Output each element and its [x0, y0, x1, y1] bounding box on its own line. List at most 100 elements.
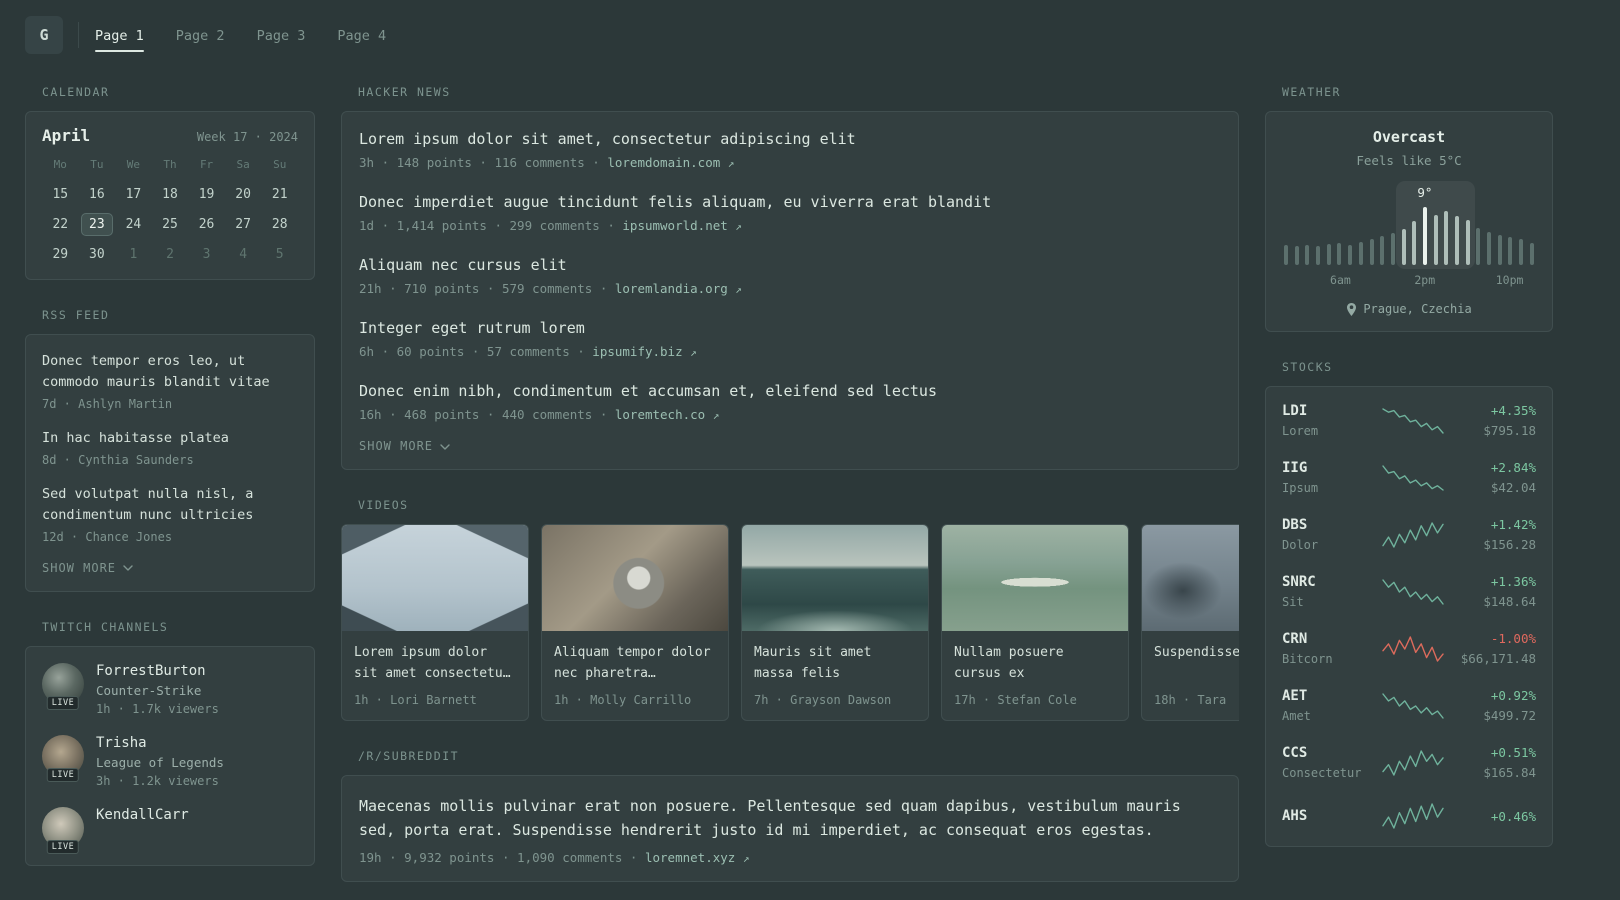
- app-logo[interactable]: G: [25, 16, 63, 54]
- stock-row[interactable]: LDI Lorem +4.35% $795.18: [1266, 392, 1552, 449]
- twitch-channel-info: ForrestBurton Counter-Strike 1h · 1.7k v…: [96, 663, 219, 716]
- avatar: LIVE: [42, 806, 84, 854]
- weather-hour-bar: [1326, 244, 1331, 265]
- video-meta: 1h · Molly Carrillo: [554, 693, 692, 707]
- calendar-day-of-week: Mo: [53, 158, 67, 171]
- calendar-month-label: April: [42, 126, 91, 145]
- hackernews-item-stats: 1d · 1,414 points · 299 comments ·: [359, 218, 623, 233]
- weather-axis-label-6am: 6am: [1330, 273, 1351, 287]
- stock-row[interactable]: CCS Consectetur +0.51% $165.84: [1266, 734, 1552, 791]
- calendar-day-of-week: We: [126, 158, 141, 171]
- twitch-channel-info: KendallCarr: [96, 807, 189, 823]
- stock-row[interactable]: SNRC Sit +1.36% $148.64: [1266, 563, 1552, 620]
- subreddit-post-domain[interactable]: loremnet.xyz ↗: [645, 850, 749, 865]
- twitch-channel-name[interactable]: KendallCarr: [96, 807, 189, 823]
- tab-page-1[interactable]: Page 1: [95, 16, 144, 54]
- calendar-day-of-week: Tu: [90, 158, 104, 171]
- video-title[interactable]: Lorem ipsum dolor sit amet consectetu…: [354, 642, 516, 685]
- calendar-day-cell: 17: [125, 187, 142, 202]
- stock-change: +1.36%: [1490, 574, 1536, 589]
- stock-change: +0.92%: [1490, 688, 1536, 703]
- twitch-channel-viewers: 1h · 1.7k viewers: [96, 701, 219, 716]
- twitch-channel-row[interactable]: LIVE ForrestBurton Counter-Strike 1h · 1…: [42, 662, 298, 716]
- twitch-channel-list: LIVE ForrestBurton Counter-Strike 1h · 1…: [42, 662, 298, 854]
- video-thumbnail[interactable]: [942, 525, 1128, 631]
- tab-page-4[interactable]: Page 4: [337, 16, 386, 54]
- rss-item-title[interactable]: In hac habitasse platea: [42, 428, 298, 449]
- video-card[interactable]: Suspendisse diam 18h · Tara: [1141, 524, 1239, 721]
- calendar-day-cell: 2: [166, 247, 174, 262]
- stock-identity: DBS Dolor: [1282, 517, 1374, 552]
- page-tabs: Page 1 Page 2 Page 3 Page 4: [95, 16, 386, 54]
- hackernews-item-title[interactable]: Donec enim nibh, condimentum et accumsan…: [359, 382, 1221, 400]
- rss-item-title[interactable]: Sed volutpat nulla nisl, a condimentum n…: [42, 484, 298, 526]
- stock-row[interactable]: CRN Bitcorn -1.00% $66,171.48: [1266, 620, 1552, 677]
- stock-identity: LDI Lorem: [1282, 403, 1374, 438]
- calendar-day-cell: 29: [52, 247, 69, 262]
- weather-hour-bar: [1444, 211, 1449, 265]
- calendar-day-cell: 27: [235, 217, 251, 232]
- hackernews-item: Donec enim nibh, condimentum et accumsan…: [359, 382, 1221, 422]
- twitch-channel-row[interactable]: LIVE Trisha League of Legends 3h · 1.2k …: [42, 734, 298, 788]
- twitch-channel-row[interactable]: LIVE KendallCarr: [42, 806, 298, 854]
- rss-item: In hac habitasse platea 8d · Cynthia Sau…: [42, 428, 298, 467]
- video-card[interactable]: Aliquam tempor dolor nec pharetra… 1h · …: [541, 524, 729, 721]
- video-card[interactable]: Lorem ipsum dolor sit amet consectetu… 1…: [341, 524, 529, 721]
- hackernews-item-title[interactable]: Aliquam nec cursus elit: [359, 256, 1221, 274]
- stock-price: $42.04: [1490, 480, 1536, 495]
- hackernews-item: Lorem ipsum dolor sit amet, consectetur …: [359, 130, 1221, 170]
- video-title[interactable]: Aliquam tempor dolor nec pharetra…: [554, 642, 716, 685]
- hackernews-item-domain[interactable]: loremtech.co ↗: [615, 407, 719, 422]
- video-thumbnail[interactable]: [1142, 525, 1239, 631]
- weather-current-temp: 9°: [1417, 185, 1433, 200]
- weather-hour-bar: [1529, 243, 1534, 265]
- calendar-card: April Week 17 · 2024 Mo Tu We Th Fr Sa S…: [25, 111, 315, 280]
- video-card[interactable]: Mauris sit amet massa felis 7h · Grayson…: [741, 524, 929, 721]
- twitch-channel-name[interactable]: Trisha: [96, 735, 224, 751]
- video-meta: 17h · Stefan Cole: [954, 693, 1077, 707]
- chevron-down-icon: [440, 443, 450, 450]
- tab-page-2[interactable]: Page 2: [176, 16, 225, 54]
- stock-sparkline: [1374, 802, 1452, 830]
- hackernews-item-stats: 3h · 148 points · 116 comments ·: [359, 155, 608, 170]
- video-title[interactable]: Nullam posuere cursus ex: [954, 642, 1116, 685]
- video-card[interactable]: Nullam posuere cursus ex 17h · Stefan Co…: [941, 524, 1129, 721]
- calendar-day-cell: 24: [125, 217, 142, 232]
- calendar-day-cell: 30: [89, 247, 105, 262]
- video-thumbnail[interactable]: [342, 525, 528, 631]
- twitch-channel-name[interactable]: ForrestBurton: [96, 663, 219, 679]
- hackernews-item-domain[interactable]: loremdomain.com ↗: [607, 155, 734, 170]
- stock-row[interactable]: AET Amet +0.92% $499.72: [1266, 677, 1552, 734]
- calendar-day-cell: 15: [52, 187, 69, 202]
- hackernews-item-domain[interactable]: loremlandia.org ↗: [615, 281, 742, 296]
- weather-card: Overcast Feels like 5°C 9° 6am 2pm 10pm: [1265, 111, 1553, 332]
- hackernews-show-more-button[interactable]: SHOW MORE: [359, 439, 1221, 453]
- hackernews-item-title[interactable]: Lorem ipsum dolor sit amet, consectetur …: [359, 130, 1221, 148]
- hackernews-item-domain[interactable]: ipsumify.biz ↗: [592, 344, 696, 359]
- stock-row[interactable]: IIG Ipsum +2.84% $42.04: [1266, 449, 1552, 506]
- weather-condition: Overcast: [1372, 128, 1446, 146]
- weather-hour-bar: [1476, 228, 1481, 265]
- stock-row[interactable]: DBS Dolor +1.42% $156.28: [1266, 506, 1552, 563]
- hackernews-item-stats: 21h · 710 points · 579 comments ·: [359, 281, 615, 296]
- hackernews-item-domain[interactable]: ipsumworld.net ↗: [622, 218, 742, 233]
- rss-item-title[interactable]: Donec tempor eros leo, ut commodo mauris…: [42, 351, 298, 393]
- weather-axis: 6am 2pm 10pm: [1282, 273, 1536, 287]
- hackernews-item-title[interactable]: Donec imperdiet augue tincidunt felis al…: [359, 193, 1221, 211]
- subreddit-widget: /R/SUBREDDIT Maecenas mollis pulvinar er…: [341, 749, 1239, 882]
- rss-show-more-button[interactable]: SHOW MORE: [42, 561, 298, 575]
- subreddit-post-title[interactable]: Maecenas mollis pulvinar erat non posuer…: [359, 794, 1221, 843]
- stock-identity: CCS Consectetur: [1282, 745, 1374, 780]
- hackernews-item-meta: 6h · 60 points · 57 comments · ipsumify.…: [359, 344, 1221, 359]
- tab-page-3[interactable]: Page 3: [257, 16, 306, 54]
- stock-row[interactable]: AHS +0.46%: [1266, 791, 1552, 841]
- avatar: LIVE: [42, 734, 84, 782]
- video-thumbnail[interactable]: [542, 525, 728, 631]
- hackernews-item-meta: 16h · 468 points · 440 comments · loremt…: [359, 407, 1221, 422]
- video-thumbnail[interactable]: [742, 525, 928, 631]
- rss-section-title: RSS FEED: [42, 308, 110, 322]
- hackernews-item-title[interactable]: Integer eget rutrum lorem: [359, 319, 1221, 337]
- weather-hour-bar: [1412, 221, 1417, 265]
- video-title[interactable]: Mauris sit amet massa felis: [754, 642, 916, 685]
- video-title[interactable]: Suspendisse diam: [1154, 642, 1239, 685]
